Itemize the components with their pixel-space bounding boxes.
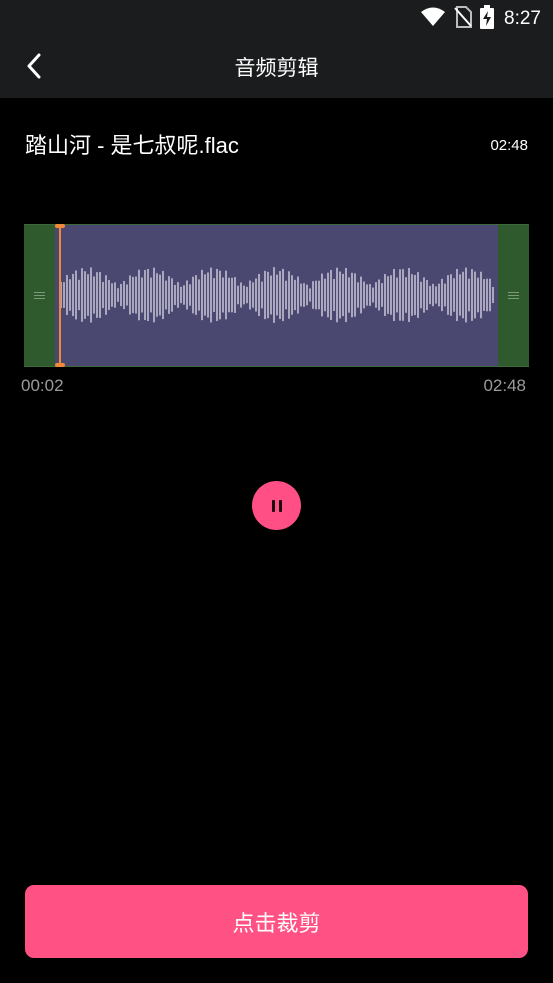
page-title: 音频剪辑	[234, 56, 319, 80]
pause-icon	[270, 499, 284, 512]
battery-charging-icon	[480, 5, 495, 33]
playhead[interactable]	[59, 225, 61, 366]
grip-icon	[508, 292, 519, 299]
status-time: 8:27	[504, 8, 541, 29]
trim-start-time: 00:02	[21, 376, 64, 395]
waveform	[60, 267, 494, 323]
no-sim-icon	[454, 6, 473, 32]
file-name: 踏山河 - 是七叔呢.flac	[25, 133, 239, 158]
cut-button[interactable]: 点击裁剪	[25, 885, 528, 958]
file-duration: 02:48	[490, 137, 528, 154]
trim-start-handle[interactable]	[24, 225, 55, 366]
status-icons: 8:27	[420, 5, 541, 33]
grip-icon	[34, 292, 45, 299]
back-button[interactable]	[14, 48, 54, 88]
status-bar: 8:27	[0, 0, 553, 38]
app-bar: 音频剪辑	[0, 38, 553, 98]
wifi-icon	[420, 7, 446, 31]
pause-button[interactable]	[252, 481, 301, 530]
trim-end-handle[interactable]	[498, 225, 529, 366]
back-arrow-icon	[26, 53, 42, 83]
playhead-cap-bottom	[55, 363, 65, 367]
trim-end-time: 02:48	[483, 376, 526, 395]
waveform-selection[interactable]	[24, 224, 529, 367]
